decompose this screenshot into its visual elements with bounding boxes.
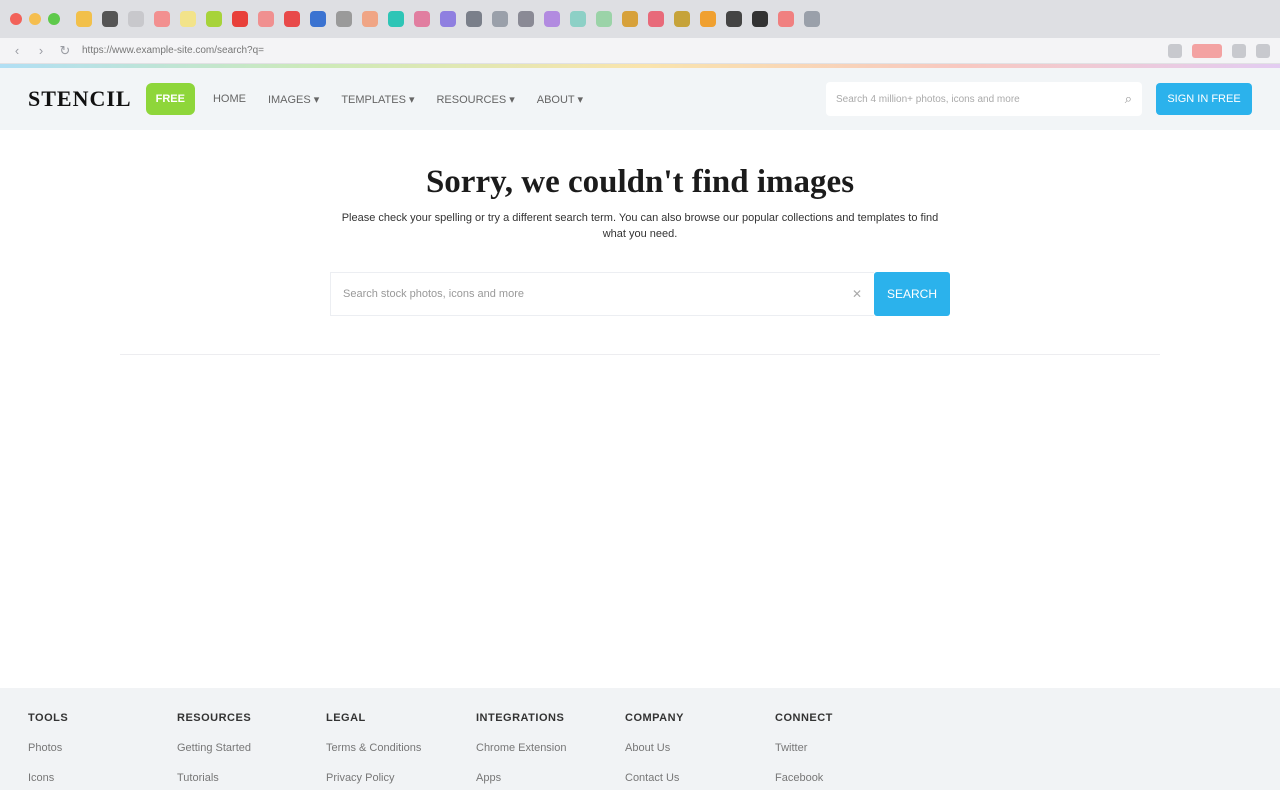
footer-link[interactable]: Privacy Policy [326, 772, 466, 784]
footer-column-resources: RESOURCES Getting Started Tutorials [177, 712, 317, 802]
browser-tab-favicon[interactable] [310, 11, 326, 27]
browser-tab-favicon[interactable] [700, 11, 716, 27]
browser-tab-favicon[interactable] [336, 11, 352, 27]
browser-tab-favicon[interactable] [544, 11, 560, 27]
browser-tab-favicon[interactable] [518, 11, 534, 27]
footer-column-integrations: INTEGRATIONS Chrome Extension Apps [476, 712, 616, 802]
search-button[interactable]: SEARCH [874, 272, 950, 316]
footer-link[interactable]: About Us [625, 742, 765, 754]
nav-item-about[interactable]: ABOUT ▾ [537, 93, 583, 106]
browser-tab-favicon[interactable] [570, 11, 586, 27]
section-divider [120, 354, 1160, 355]
menu-icon[interactable] [1256, 43, 1270, 58]
free-badge[interactable]: FREE [145, 83, 195, 115]
browser-tabs [76, 11, 820, 27]
maximize-window-button[interactable] [48, 13, 60, 25]
browser-tab-favicon[interactable] [180, 11, 196, 27]
browser-tab-favicon[interactable] [154, 11, 170, 27]
browser-tab-favicon[interactable] [622, 11, 638, 27]
main-search-bar: Search stock photos, icons and more ✕ SE… [330, 272, 950, 316]
back-arrow-icon[interactable]: ‹ [10, 43, 24, 58]
browser-tab-favicon[interactable] [804, 11, 820, 27]
footer-link[interactable]: Facebook [775, 772, 915, 784]
browser-tab-favicon[interactable] [778, 11, 794, 27]
footer-link[interactable]: Apps [476, 772, 616, 784]
browser-tab-favicon[interactable] [76, 11, 92, 27]
browser-toolbar: ‹ › ↻ https://www.example-site.com/searc… [0, 38, 1280, 64]
extensions-area [1168, 43, 1270, 58]
footer-heading: RESOURCES [177, 712, 252, 724]
browser-tab-favicon[interactable] [258, 11, 274, 27]
footer-link[interactable]: Tutorials [177, 772, 317, 784]
nav-item-templates[interactable]: TEMPLATES ▾ [341, 93, 414, 106]
browser-tab-favicon[interactable] [388, 11, 404, 27]
header-search-input[interactable]: Search 4 million+ photos, icons and more… [826, 82, 1142, 116]
window-controls [10, 13, 60, 25]
main-search-placeholder: Search stock photos, icons and more [343, 288, 524, 300]
forward-arrow-icon[interactable]: › [34, 43, 48, 58]
footer-heading: COMPANY [625, 712, 684, 724]
extension-icon[interactable] [1192, 43, 1222, 58]
site-header: STENCIL FREE HOME IMAGES ▾ TEMPLATES ▾ R… [0, 68, 1280, 130]
site-footer: TOOLS Photos Icons RESOURCES Getting Sta… [0, 688, 1280, 790]
footer-column-company: COMPANY About Us Contact Us [625, 712, 765, 802]
page-subtitle: Please check your spelling or try a diff… [341, 212, 939, 240]
sign-in-button[interactable]: SIGN IN FREE [1156, 83, 1252, 115]
footer-heading: CONNECT [775, 712, 833, 724]
browser-tab-favicon[interactable] [128, 11, 144, 27]
site-logo[interactable]: STENCIL [28, 86, 132, 112]
profile-icon[interactable] [1232, 43, 1246, 58]
browser-tab-strip [0, 0, 1280, 38]
bookmark-star-icon[interactable] [1168, 43, 1182, 58]
browser-tab-favicon[interactable] [596, 11, 612, 27]
main-search-input[interactable]: Search stock photos, icons and more ✕ [330, 272, 874, 316]
main-nav: HOME IMAGES ▾ TEMPLATES ▾ RESOURCES ▾ AB… [213, 93, 583, 106]
browser-tab-favicon[interactable] [232, 11, 248, 27]
browser-tab-favicon[interactable] [466, 11, 482, 27]
browser-tab-favicon[interactable] [284, 11, 300, 27]
close-icon[interactable]: ✕ [852, 287, 862, 301]
footer-link[interactable]: Icons [28, 772, 168, 784]
browser-tab-favicon[interactable] [726, 11, 742, 27]
footer-heading: TOOLS [28, 712, 69, 724]
browser-tab-favicon[interactable] [752, 11, 768, 27]
footer-link[interactable]: Contact Us [625, 772, 765, 784]
search-icon[interactable]: ⌕ [1125, 91, 1132, 107]
footer-heading: INTEGRATIONS [476, 712, 565, 724]
footer-column-connect: CONNECT Twitter Facebook [775, 712, 915, 802]
close-window-button[interactable] [10, 13, 22, 25]
nav-item-home[interactable]: HOME [213, 93, 246, 106]
footer-column-tools: TOOLS Photos Icons [28, 712, 168, 802]
browser-tab-favicon[interactable] [102, 11, 118, 27]
footer-heading: LEGAL [326, 712, 366, 724]
minimize-window-button[interactable] [29, 13, 41, 25]
page-title: Sorry, we couldn't find images [425, 164, 855, 200]
nav-item-resources[interactable]: RESOURCES ▾ [436, 93, 514, 106]
footer-link[interactable]: Twitter [775, 742, 915, 754]
address-bar[interactable]: https://www.example-site.com/search?q= [82, 43, 322, 59]
browser-tab-favicon[interactable] [440, 11, 456, 27]
browser-tab-favicon[interactable] [492, 11, 508, 27]
browser-tab-favicon[interactable] [206, 11, 222, 27]
footer-link[interactable]: Getting Started [177, 742, 317, 754]
nav-item-images[interactable]: IMAGES ▾ [268, 93, 319, 106]
footer-link[interactable]: Chrome Extension [476, 742, 616, 754]
browser-tab-favicon[interactable] [648, 11, 664, 27]
browser-tab-favicon[interactable] [362, 11, 378, 27]
footer-link[interactable]: Terms & Conditions [326, 742, 466, 754]
footer-link[interactable]: Photos [28, 742, 168, 754]
browser-tab-favicon[interactable] [414, 11, 430, 27]
header-search-placeholder: Search 4 million+ photos, icons and more [836, 93, 1020, 105]
footer-column-legal: LEGAL Terms & Conditions Privacy Policy [326, 712, 466, 802]
browser-tab-favicon[interactable] [674, 11, 690, 27]
reload-icon[interactable]: ↻ [58, 43, 72, 58]
